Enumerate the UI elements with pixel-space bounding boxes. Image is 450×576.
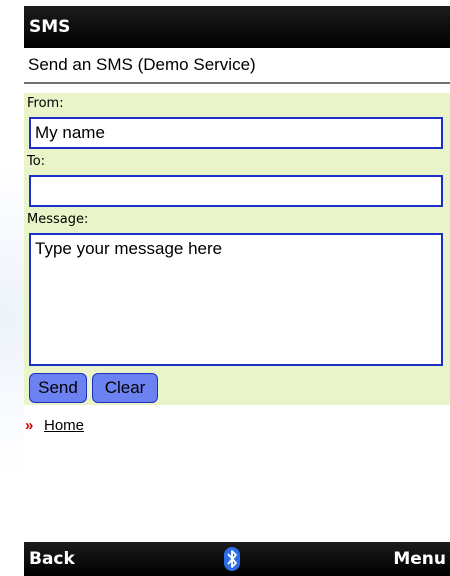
- title-bar: SMS: [24, 6, 450, 48]
- to-input[interactable]: [29, 175, 443, 207]
- home-link-label[interactable]: Home: [44, 417, 84, 434]
- menu-softkey[interactable]: Menu: [393, 549, 446, 569]
- bluetooth-glyph: [227, 550, 237, 568]
- heading-divider: [24, 82, 450, 84]
- double-chevron-icon: »: [25, 417, 34, 434]
- back-softkey[interactable]: Back: [29, 549, 75, 569]
- clear-button[interactable]: Clear: [92, 373, 158, 403]
- from-input[interactable]: My name: [29, 117, 443, 149]
- message-field-row: Type your message here: [24, 231, 450, 368]
- to-field-row: [24, 173, 450, 209]
- app-title: SMS: [29, 17, 71, 37]
- softkey-bar: Back Menu: [24, 542, 450, 576]
- from-label: From:: [24, 93, 450, 115]
- button-row: Send Clear: [24, 368, 450, 405]
- phone-screen: SMS Send an SMS (Demo Service) From: My …: [24, 6, 450, 576]
- send-button[interactable]: Send: [29, 373, 87, 403]
- message-label: Message:: [24, 209, 450, 231]
- bluetooth-icon: [224, 547, 240, 571]
- to-label: To:: [24, 151, 450, 173]
- message-textarea[interactable]: Type your message here: [29, 233, 443, 366]
- from-field-row: My name: [24, 115, 450, 151]
- page-heading: Send an SMS (Demo Service): [28, 55, 256, 74]
